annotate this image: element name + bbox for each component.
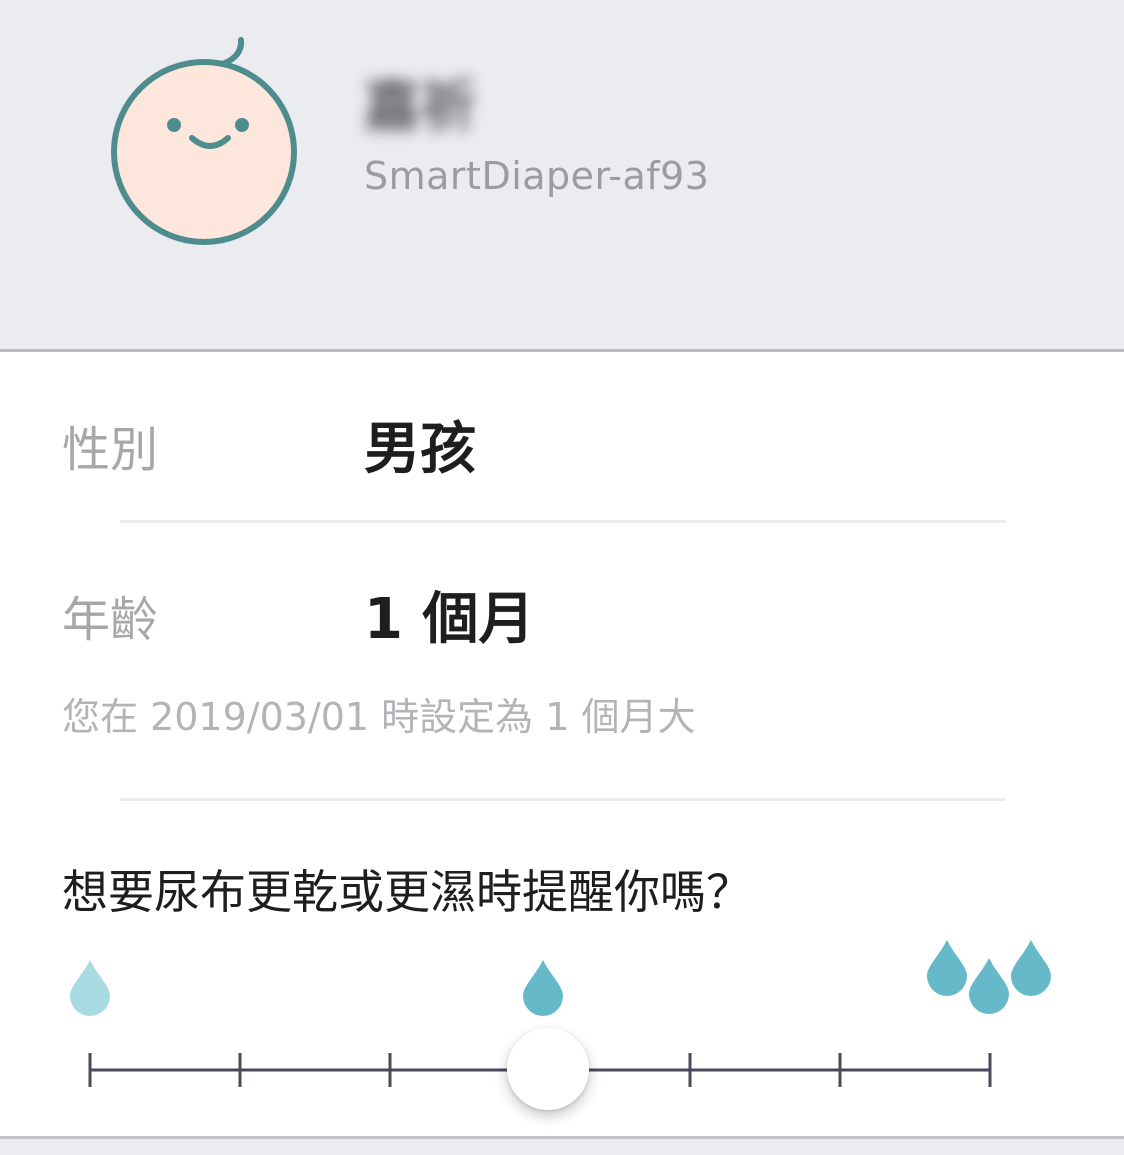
baby-avatar-icon[interactable] [104,32,304,252]
reminder-question: 想要尿布更乾或更濕時提醒你嗎？ [62,865,752,919]
profile-header: 嘉祈 SmartDiaper-af93 [0,0,1124,352]
age-label: 年齡 [62,592,159,648]
slider-thumb[interactable] [507,1028,589,1110]
age-setting-note: 您在 2019/03/01 時設定為 1 個月大 [62,695,696,739]
drop-light-icon [70,960,110,1016]
age-value[interactable]: 1 個月 [364,574,534,655]
divider [120,798,1006,801]
divider [120,520,1006,523]
gender-label: 性別 [62,422,159,478]
gender-value[interactable]: 男孩 [364,404,476,485]
three-drops-icon [927,940,1051,1014]
baby-name: 嘉祈 [364,75,476,140]
bottom-border [0,1136,1124,1155]
drop-icon [523,960,563,1016]
device-id: SmartDiaper-af93 [364,154,710,198]
